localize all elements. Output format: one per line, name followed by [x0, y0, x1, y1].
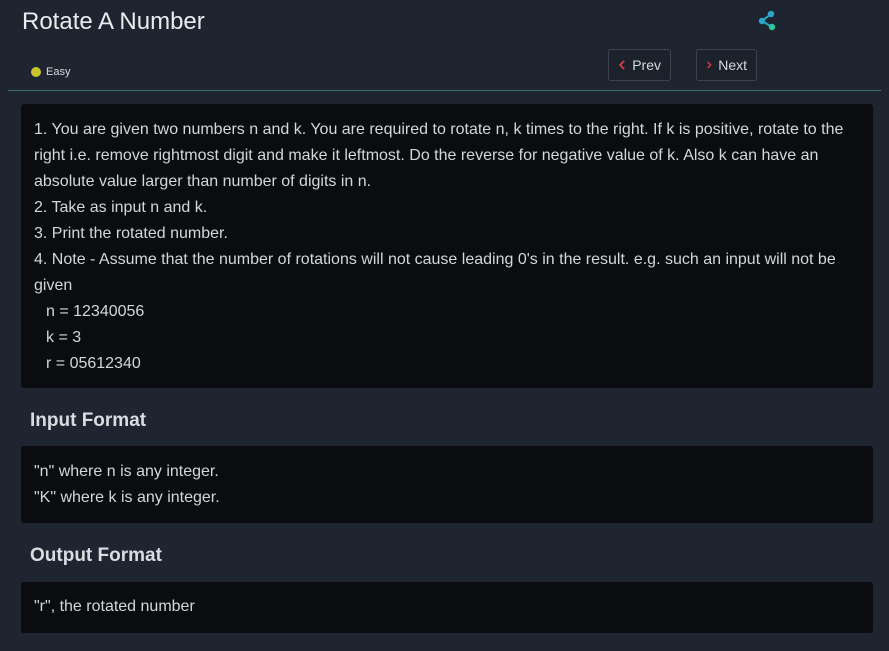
example-line: r = 05612340: [46, 355, 141, 372]
input-format-line: "n" where n is any integer.: [34, 463, 219, 480]
input-format-panel: "n" where n is any integer. "K" where k …: [21, 446, 873, 523]
difficulty-dot-icon: [31, 67, 41, 77]
output-format-panel: "r", the rotated number: [21, 582, 873, 633]
output-format-line: "r", the rotated number: [34, 598, 195, 615]
chevron-right-icon: [707, 61, 712, 69]
description-line: 4. Note - Assume that the number of rota…: [34, 251, 836, 294]
description-line: 1. You are given two numbers n and k. Yo…: [34, 121, 844, 190]
chevron-left-icon: [618, 60, 625, 70]
input-format-line: "K" where k is any integer.: [34, 489, 220, 506]
prev-label: Prev: [632, 57, 661, 73]
example-line: k = 3: [46, 329, 82, 346]
problem-page: Rotate A Number Easy Prev Next 1. You ar…: [0, 0, 889, 651]
example-line: n = 12340056: [46, 303, 145, 320]
problem-header: Rotate A Number Easy Prev Next: [0, 0, 889, 92]
output-format-title: Output Format: [30, 545, 162, 566]
problem-description: 1. You are given two numbers n and k. Yo…: [21, 104, 873, 388]
difficulty-label: Easy: [46, 66, 71, 78]
next-label: Next: [718, 57, 747, 73]
description-line: 2. Take as input n and k.: [34, 199, 208, 216]
description-line: 3. Print the rotated number.: [34, 225, 228, 242]
difficulty-badge: Easy: [31, 66, 70, 78]
next-button[interactable]: Next: [696, 49, 757, 81]
prev-button[interactable]: Prev: [608, 49, 671, 81]
header-divider: [8, 90, 881, 91]
problem-title: Rotate A Number: [22, 8, 205, 35]
input-format-title: Input Format: [30, 410, 147, 431]
share-icon[interactable]: [756, 10, 778, 32]
